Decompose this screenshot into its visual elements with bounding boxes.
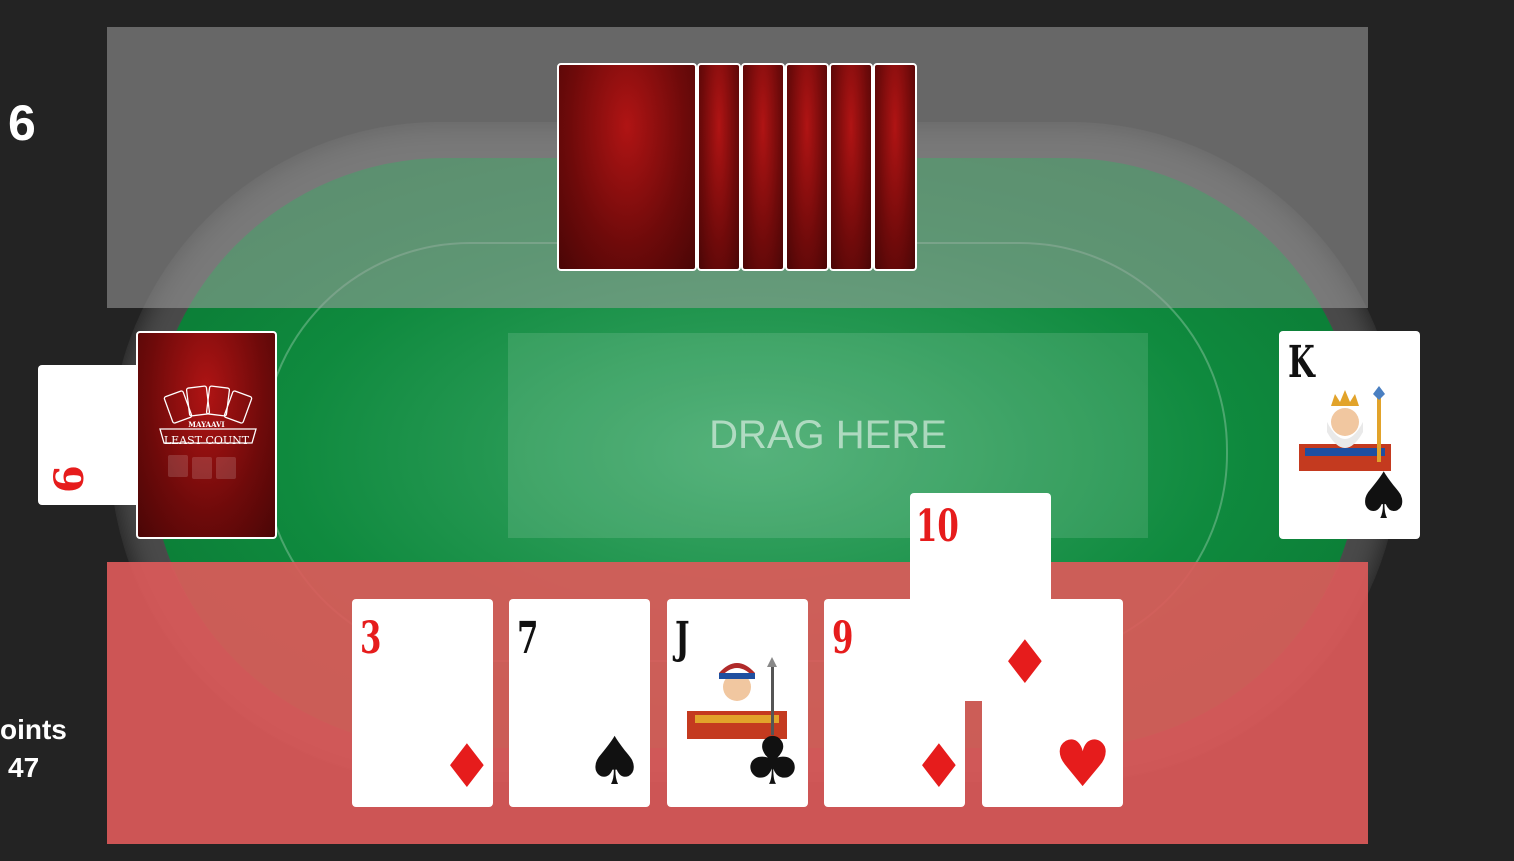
king-figure-icon bbox=[1299, 386, 1391, 471]
card-rank: 10 bbox=[916, 501, 959, 552]
drag-here-label: DRAG HERE bbox=[709, 413, 947, 457]
opponent-card bbox=[697, 63, 741, 271]
opponent-card bbox=[557, 63, 697, 271]
joker-rank: K bbox=[1288, 337, 1315, 388]
opponent-hand bbox=[557, 63, 917, 271]
hand-card[interactable]: 3 ♦ bbox=[352, 599, 494, 807]
drag-drop-zone[interactable]: DRAG HERE bbox=[508, 333, 1148, 538]
points-value: 47 bbox=[8, 752, 40, 783]
hand-card[interactable]: 7 ♠ bbox=[509, 599, 650, 807]
diamond-icon: ♦ bbox=[912, 732, 966, 802]
discard-rank: 6 bbox=[46, 465, 93, 493]
opponent-card bbox=[785, 63, 829, 271]
opponent-card bbox=[873, 63, 917, 271]
deck-brand-top: MAYAAVI bbox=[188, 420, 225, 429]
selected-hand-card[interactable]: 10 ♦ bbox=[910, 493, 1052, 701]
discard-card[interactable]: 6 bbox=[38, 365, 148, 505]
opponent-card bbox=[829, 63, 873, 271]
card-rank: 3 bbox=[360, 613, 382, 664]
diamond-icon: ♦ bbox=[998, 628, 1052, 698]
spade-icon: ♠ bbox=[1355, 460, 1413, 534]
club-icon: ♣ bbox=[743, 723, 803, 800]
diamond-icon: ♦ bbox=[440, 732, 494, 802]
card-rank: 9 bbox=[832, 613, 854, 664]
hand-card[interactable]: J ♣ bbox=[667, 599, 808, 807]
draw-deck[interactable]: MAYAAVI LEAST COUNT bbox=[136, 331, 277, 539]
opponent-count: 6 bbox=[8, 95, 36, 151]
card-rank: J bbox=[675, 613, 690, 664]
joker-card: K ♠ bbox=[1279, 331, 1420, 539]
deck-brand: LEAST COUNT bbox=[163, 434, 250, 447]
opponent-card bbox=[741, 63, 785, 271]
card-rank: 7 bbox=[517, 613, 539, 664]
spade-icon: ♠ bbox=[585, 723, 645, 800]
points-label: oints bbox=[0, 714, 67, 745]
heart-icon: ♥ bbox=[1054, 728, 1112, 802]
